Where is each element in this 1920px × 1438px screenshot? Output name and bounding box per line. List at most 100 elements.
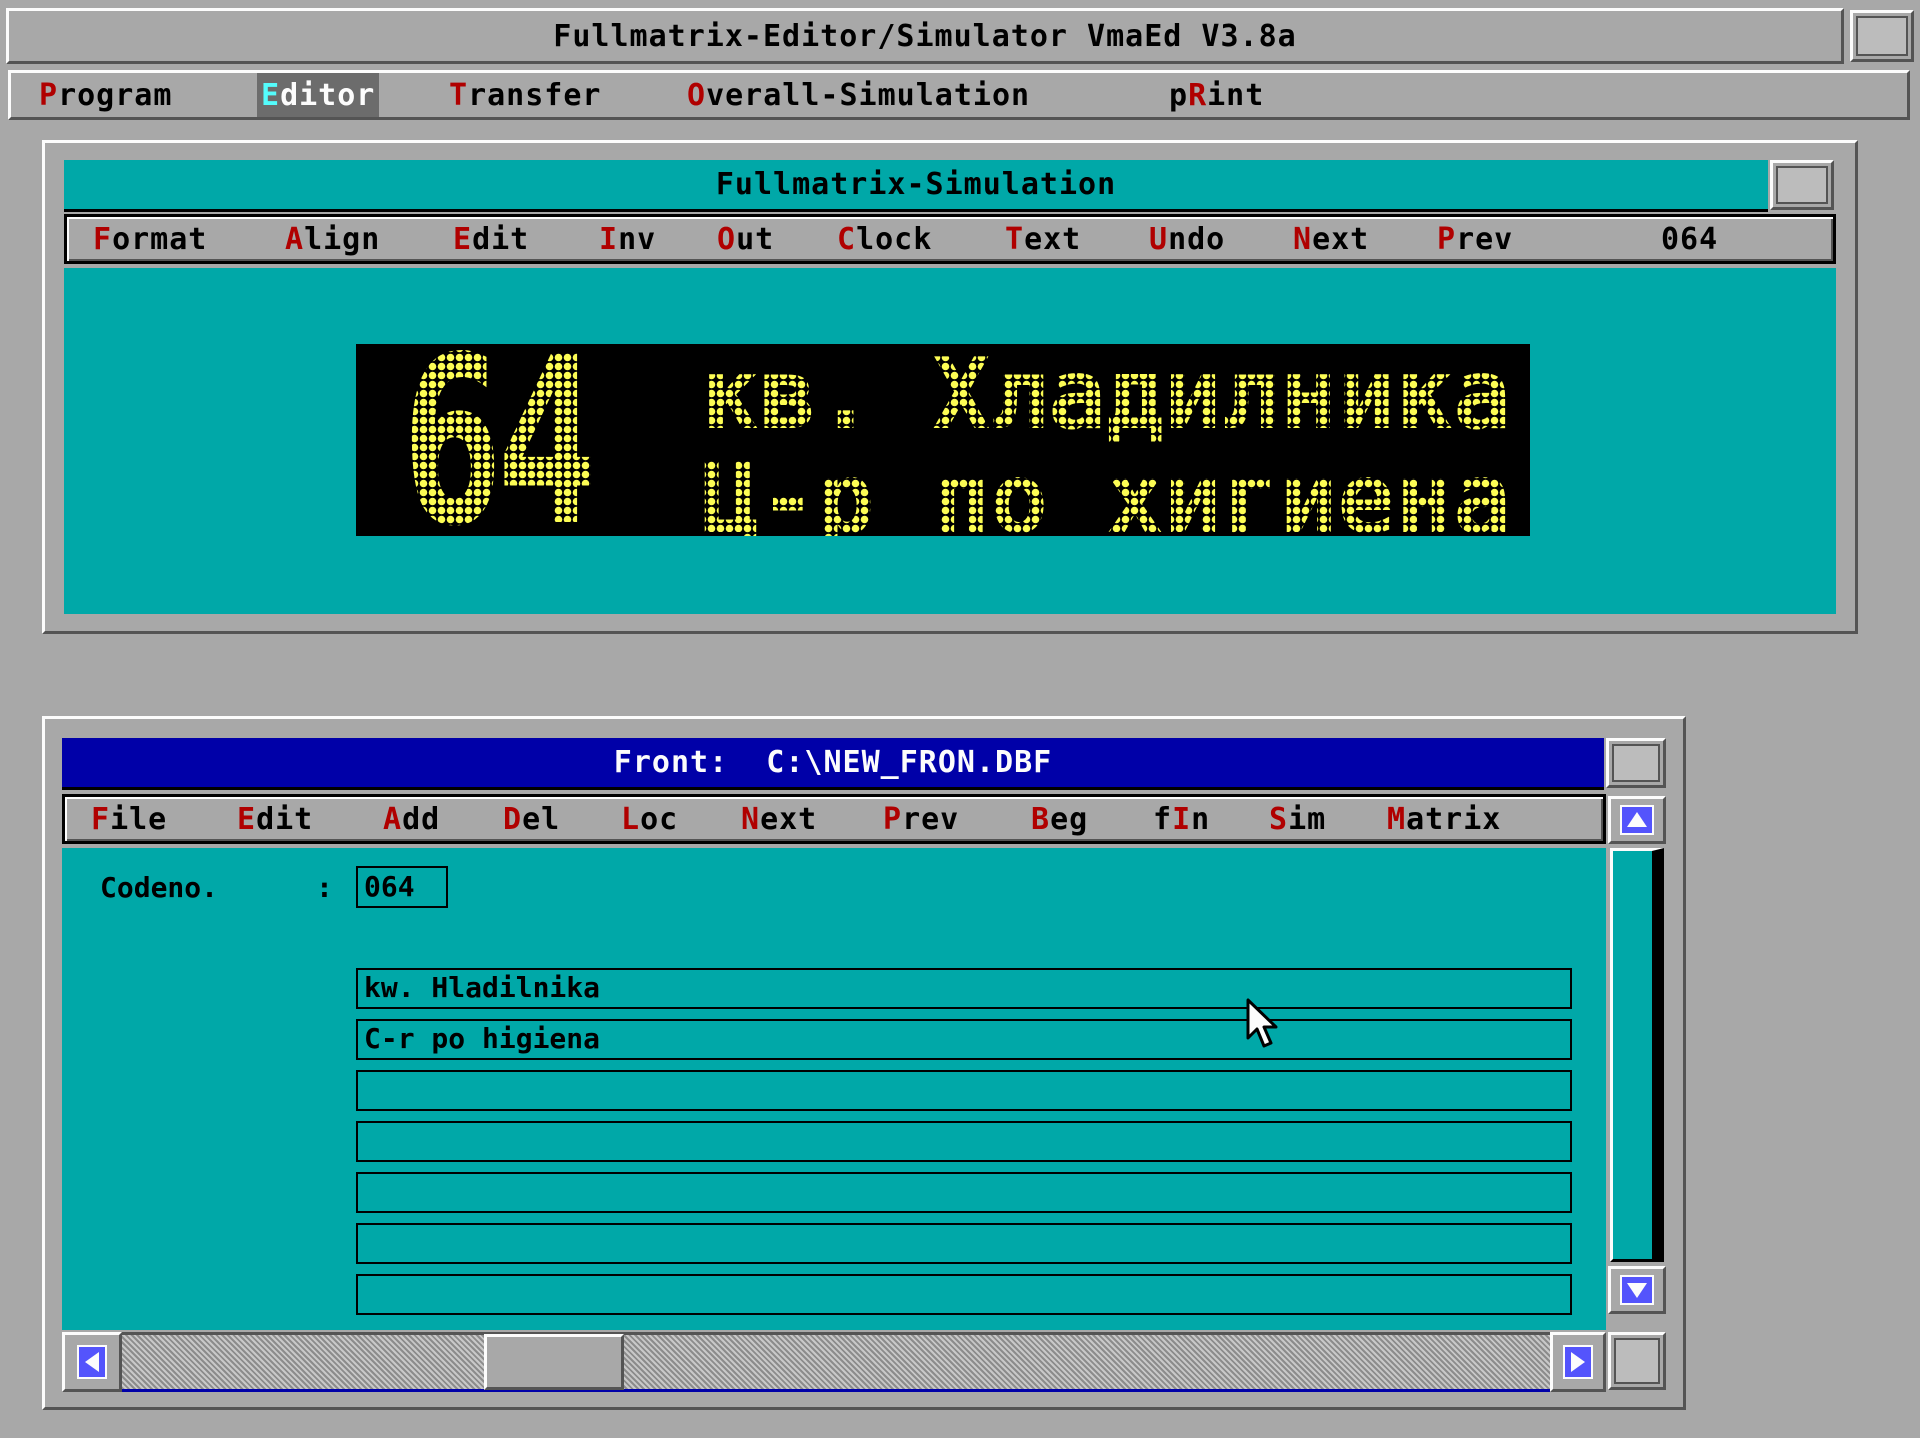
sim-menu-prev[interactable]: Prev bbox=[1437, 217, 1513, 261]
horizontal-scroll-thumb[interactable] bbox=[483, 1334, 624, 1390]
menu-hotkey: D bbox=[503, 801, 523, 837]
vertical-scroll-track[interactable] bbox=[1610, 848, 1664, 1262]
front-menu-sim[interactable]: Sim bbox=[1269, 797, 1326, 841]
horizontal-scroll-track[interactable] bbox=[122, 1332, 1550, 1392]
scroll-down-button[interactable] bbox=[1608, 1266, 1666, 1314]
menu-hotkey: C bbox=[837, 221, 857, 257]
front-menu-loc[interactable]: Loc bbox=[621, 797, 678, 841]
menu-text: ut bbox=[736, 221, 775, 257]
front-menu-del[interactable]: Del bbox=[503, 797, 560, 841]
text-line-field[interactable] bbox=[356, 1172, 1572, 1213]
front-menu-next[interactable]: Next bbox=[741, 797, 817, 841]
scroll-up-button[interactable] bbox=[1608, 796, 1666, 844]
menu-text: rev bbox=[1456, 221, 1514, 257]
front-menu-add[interactable]: Add bbox=[383, 797, 440, 841]
text-line-field[interactable]: C-r po higiena bbox=[356, 1019, 1572, 1060]
text-line-field[interactable] bbox=[356, 1070, 1572, 1111]
menu-hotkey: T bbox=[1005, 221, 1025, 257]
menu-hotkey: U bbox=[1149, 221, 1169, 257]
menu-text: dd bbox=[402, 801, 441, 837]
app-close-button[interactable] bbox=[1850, 10, 1914, 62]
menu-text: lock bbox=[856, 221, 933, 257]
text-line-field[interactable] bbox=[356, 1121, 1572, 1162]
menu-hotkey: O bbox=[717, 221, 737, 257]
menu-text: ext bbox=[1024, 221, 1082, 257]
app-titlebar: Fullmatrix-Editor/Simulator VmaEd V3.8a bbox=[6, 8, 1844, 64]
menu-hotkey: E bbox=[261, 77, 281, 113]
codeno-separator: : bbox=[316, 871, 333, 904]
front-menu-beg[interactable]: Beg bbox=[1031, 797, 1088, 841]
menu-text: rogram bbox=[58, 77, 173, 113]
menu-text: im bbox=[1288, 801, 1327, 837]
sim-menu-clock[interactable]: Clock bbox=[837, 217, 932, 261]
text-line-field[interactable]: kw. Hladilnika bbox=[356, 968, 1572, 1009]
menu-text: rev bbox=[902, 801, 960, 837]
front-menu-file[interactable]: File bbox=[91, 797, 167, 841]
menu-text: ormat bbox=[112, 221, 208, 257]
menu-text: verall-Simulation bbox=[706, 77, 1031, 113]
sim-menu-format[interactable]: Format bbox=[93, 217, 207, 261]
scroll-right-button[interactable] bbox=[1550, 1332, 1606, 1392]
menu-text: ext bbox=[1312, 221, 1370, 257]
triangle-up-icon bbox=[1620, 805, 1654, 835]
sim-menu-out[interactable]: Out bbox=[717, 217, 774, 261]
front-menu-matrix[interactable]: Matrix bbox=[1387, 797, 1501, 841]
menu-text: n bbox=[1191, 801, 1211, 837]
record-counter: 064 bbox=[1661, 221, 1719, 257]
resize-corner[interactable] bbox=[1608, 1332, 1666, 1390]
menu-text: el bbox=[522, 801, 561, 837]
menu-hotkey: N bbox=[741, 801, 761, 837]
simulation-menubar: Format Align Edit Inv Out Clock Text Undo Next Pr… bbox=[64, 214, 1836, 264]
front-menu-fin[interactable]: fIn bbox=[1153, 797, 1210, 841]
led-matrix-display: 64 кв. Хладилника Ц-р по хигиена bbox=[356, 344, 1530, 536]
menu-transfer[interactable]: Transfer bbox=[449, 73, 602, 117]
menu-text: dit bbox=[472, 221, 530, 257]
menu-hotkey: F bbox=[93, 221, 113, 257]
menu-hotkey: E bbox=[237, 801, 257, 837]
front-menu-edit[interactable]: Edit bbox=[237, 797, 313, 841]
codeno-field[interactable]: 064 bbox=[356, 866, 448, 908]
sim-menu-align[interactable]: Align bbox=[285, 217, 380, 261]
triangle-down-icon bbox=[1620, 1275, 1654, 1305]
menu-text: f bbox=[1153, 801, 1173, 837]
text-line-field[interactable] bbox=[356, 1223, 1572, 1264]
codeno-label: Codeno. bbox=[100, 871, 219, 904]
sim-menu-text[interactable]: Text bbox=[1005, 217, 1081, 261]
front-title: Front: C:\NEW_FRON.DBF bbox=[613, 745, 1053, 780]
front-menu-prev[interactable]: Prev bbox=[883, 797, 959, 841]
menu-hotkey: S bbox=[1269, 801, 1289, 837]
menu-hotkey: P bbox=[1437, 221, 1457, 257]
led-line-2: Ц-р по хигиена bbox=[701, 442, 1511, 536]
menu-text: oc bbox=[640, 801, 679, 837]
sim-menu-undo[interactable]: Undo bbox=[1149, 217, 1225, 261]
menu-program[interactable]: Program bbox=[39, 73, 172, 117]
menu-text: ndo bbox=[1168, 221, 1226, 257]
text-line-field[interactable] bbox=[356, 1274, 1572, 1315]
sim-menu-inv[interactable]: Inv bbox=[599, 217, 656, 261]
menu-hotkey: R bbox=[1188, 77, 1208, 113]
menu-hotkey: T bbox=[449, 77, 469, 113]
menu-text: ile bbox=[110, 801, 168, 837]
sim-menu-edit[interactable]: Edit bbox=[453, 217, 529, 261]
menu-hotkey: M bbox=[1387, 801, 1407, 837]
sim-menu-next[interactable]: Next bbox=[1293, 217, 1369, 261]
simulation-close-button[interactable] bbox=[1770, 160, 1834, 210]
triangle-right-icon bbox=[1563, 1345, 1593, 1379]
menu-overall-simulation[interactable]: Overall-Simulation bbox=[687, 73, 1030, 117]
menu-hotkey: F bbox=[91, 801, 111, 837]
menu-hotkey: L bbox=[621, 801, 641, 837]
menu-text: ext bbox=[760, 801, 818, 837]
menu-print[interactable]: p Rint bbox=[1169, 73, 1264, 117]
menu-text: eg bbox=[1050, 801, 1089, 837]
menu-editor[interactable]: Editor bbox=[257, 73, 380, 117]
front-titlebar: Front: C:\NEW_FRON.DBF bbox=[62, 738, 1604, 790]
mouse-pointer-icon bbox=[1246, 998, 1278, 1048]
simulation-title: Fullmatrix-Simulation bbox=[715, 167, 1117, 202]
front-close-button[interactable] bbox=[1606, 738, 1666, 788]
scroll-left-button[interactable] bbox=[62, 1332, 122, 1392]
menu-text: atrix bbox=[1406, 801, 1502, 837]
menu-text: dit bbox=[256, 801, 314, 837]
menu-text: lign bbox=[304, 221, 381, 257]
menu-text: ditor bbox=[280, 77, 376, 113]
menu-hotkey: I bbox=[1172, 801, 1192, 837]
